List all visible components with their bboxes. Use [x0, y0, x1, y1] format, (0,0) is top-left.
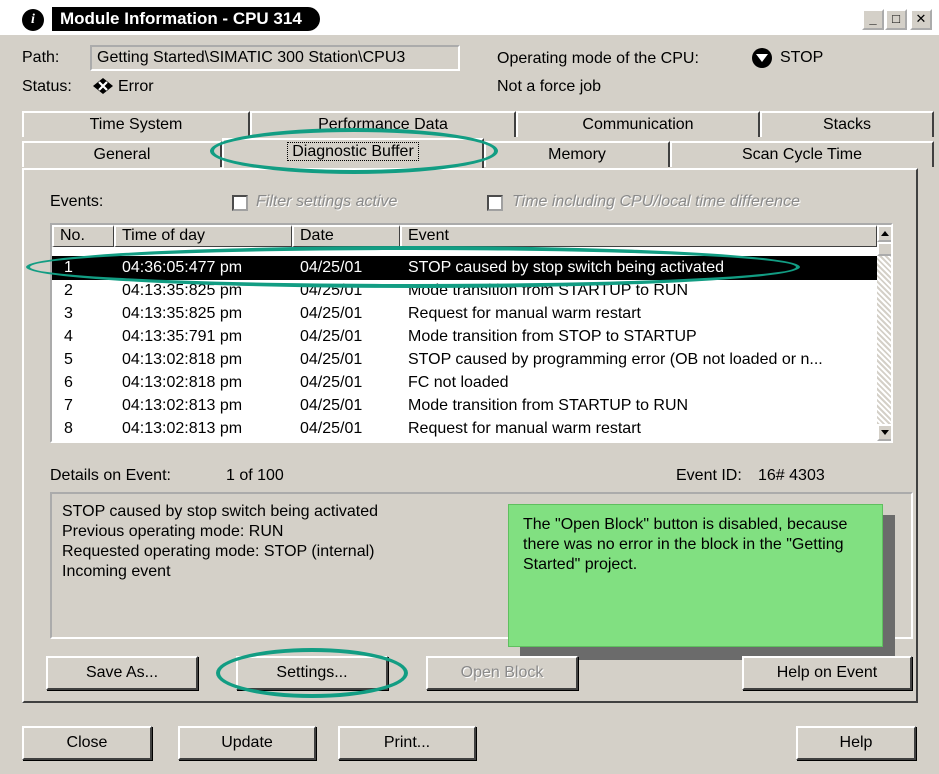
force-job-text: Not a force job	[497, 78, 602, 95]
event-no: 8	[64, 420, 73, 437]
event-no: 1	[64, 259, 73, 276]
list-item[interactable]: 8 04:13:02:813 pm 04/25/01 Request for m…	[52, 417, 877, 441]
title-bar[interactable]: i Module Information - CPU 314 _ □ ✕	[0, 0, 939, 36]
settings-button[interactable]: Settings...	[236, 656, 388, 690]
filter-settings-checkbox[interactable]	[232, 195, 248, 211]
print-button[interactable]: Print...	[338, 726, 476, 760]
event-time: 04:13:02:818 pm	[122, 374, 243, 391]
list-item[interactable]: 5 04:13:02:818 pm 04/25/01 STOP caused b…	[52, 348, 877, 372]
scroll-thumb[interactable]	[877, 242, 891, 256]
close-button[interactable]: Close	[22, 726, 152, 760]
time-difference-label: Time including CPU/local time difference	[512, 193, 800, 210]
list-item[interactable]: 3 04:13:35:825 pm 04/25/01 Request for m…	[52, 302, 877, 326]
event-id-value: 16# 4303	[758, 467, 825, 484]
status-value: Error	[118, 78, 154, 95]
operating-mode-value: STOP	[780, 49, 824, 66]
tab-performance-data[interactable]: Performance Data	[250, 111, 516, 137]
event-time: 04:13:02:818 pm	[122, 351, 243, 368]
event-time: 04:36:05:477 pm	[122, 259, 243, 276]
event-time: 04:13:35:825 pm	[122, 282, 243, 299]
details-position: 1 of 100	[226, 467, 284, 484]
tab-stacks[interactable]: Stacks	[760, 111, 934, 137]
event-text: Mode transition from STARTUP to RUN	[408, 397, 689, 414]
tab-diagnostic-buffer[interactable]: Diagnostic Buffer	[222, 138, 484, 168]
minimize-button[interactable]: _	[862, 9, 884, 30]
path-label: Path:	[22, 49, 60, 66]
help-on-event-button[interactable]: Help on Event	[742, 656, 912, 690]
event-no: 4	[64, 328, 73, 345]
event-no: 3	[64, 305, 73, 322]
help-button[interactable]: Help	[796, 726, 916, 760]
event-no: 7	[64, 397, 73, 414]
info-icon: i	[22, 9, 44, 31]
scroll-down-icon[interactable]	[877, 424, 891, 441]
tab-diagnostic-buffer-label: Diagnostic Buffer	[287, 142, 419, 161]
time-difference-checkbox[interactable]	[487, 195, 503, 211]
event-date: 04/25/01	[300, 420, 363, 437]
tab-memory[interactable]: Memory	[484, 141, 670, 167]
list-item[interactable]: 4 04:13:35:791 pm 04/25/01 Mode transiti…	[52, 325, 877, 349]
annotation-note: The "Open Block" button is disabled, bec…	[508, 504, 883, 647]
list-item[interactable]: 7 04:13:02:813 pm 04/25/01 Mode transiti…	[52, 394, 877, 418]
tab-general[interactable]: General	[22, 141, 222, 167]
event-date: 04/25/01	[300, 374, 363, 391]
module-information-window: i Module Information - CPU 314 _ □ ✕ Pat…	[0, 0, 939, 774]
events-label: Events:	[50, 193, 104, 210]
stop-icon	[752, 48, 772, 68]
list-item[interactable]: 6 04:13:02:818 pm 04/25/01 FC not loaded	[52, 371, 877, 395]
close-window-button[interactable]: ✕	[910, 9, 932, 30]
event-date: 04/25/01	[300, 305, 363, 322]
list-header: No. Time of day Date Event	[52, 225, 877, 247]
event-text: STOP caused by stop switch being activat…	[408, 259, 725, 276]
event-text: FC not loaded	[408, 374, 509, 391]
event-text: Mode transition from STOP to STARTUP	[408, 328, 697, 345]
event-time: 04:13:02:813 pm	[122, 420, 243, 437]
column-header-event[interactable]: Event	[400, 225, 877, 247]
details-label: Details on Event:	[50, 467, 171, 484]
list-item[interactable]: 2 04:13:35:825 pm 04/25/01 Mode transiti…	[52, 279, 877, 303]
events-list[interactable]: No. Time of day Date Event 1 04:36:05:47…	[50, 223, 893, 443]
event-date: 04/25/01	[300, 282, 363, 299]
event-text: Request for manual warm restart	[408, 305, 641, 322]
event-time: 04:13:35:825 pm	[122, 305, 243, 322]
column-header-date[interactable]: Date	[292, 225, 400, 247]
event-text: STOP caused by programming error (OB not…	[408, 351, 823, 368]
maximize-button[interactable]: □	[885, 9, 907, 30]
event-time: 04:13:35:791 pm	[122, 328, 243, 345]
event-text: Mode transition from STARTUP to RUN	[408, 282, 689, 299]
event-no: 5	[64, 351, 73, 368]
filter-settings-label: Filter settings active	[256, 193, 398, 210]
event-date: 04/25/01	[300, 397, 363, 414]
column-header-time[interactable]: Time of day	[114, 225, 292, 247]
event-id-label: Event ID:	[676, 467, 742, 484]
vertical-scrollbar[interactable]	[877, 225, 891, 441]
event-date: 04/25/01	[300, 351, 363, 368]
column-header-no[interactable]: No.	[52, 225, 114, 247]
window-title: Module Information - CPU 314	[52, 7, 320, 31]
event-text: Request for manual warm restart	[408, 420, 641, 437]
error-icon	[93, 78, 113, 94]
open-block-button[interactable]: Open Block	[426, 656, 578, 690]
path-field[interactable]: Getting Started\SIMATIC 300 Station\CPU3	[90, 45, 460, 71]
update-button[interactable]: Update	[178, 726, 316, 760]
event-no: 2	[64, 282, 73, 299]
event-date: 04/25/01	[300, 328, 363, 345]
status-label: Status:	[22, 78, 72, 95]
save-as-button[interactable]: Save As...	[46, 656, 198, 690]
tab-time-system[interactable]: Time System	[22, 111, 250, 137]
event-time: 04:13:02:813 pm	[122, 397, 243, 414]
list-item[interactable]: 1 04:36:05:477 pm 04/25/01 STOP caused b…	[52, 256, 877, 280]
operating-mode-label: Operating mode of the CPU:	[497, 50, 699, 67]
tab-communication[interactable]: Communication	[516, 111, 760, 137]
event-no: 6	[64, 374, 73, 391]
scroll-up-icon[interactable]	[877, 225, 891, 242]
event-date: 04/25/01	[300, 259, 363, 276]
tab-scan-cycle-time[interactable]: Scan Cycle Time	[670, 141, 934, 167]
